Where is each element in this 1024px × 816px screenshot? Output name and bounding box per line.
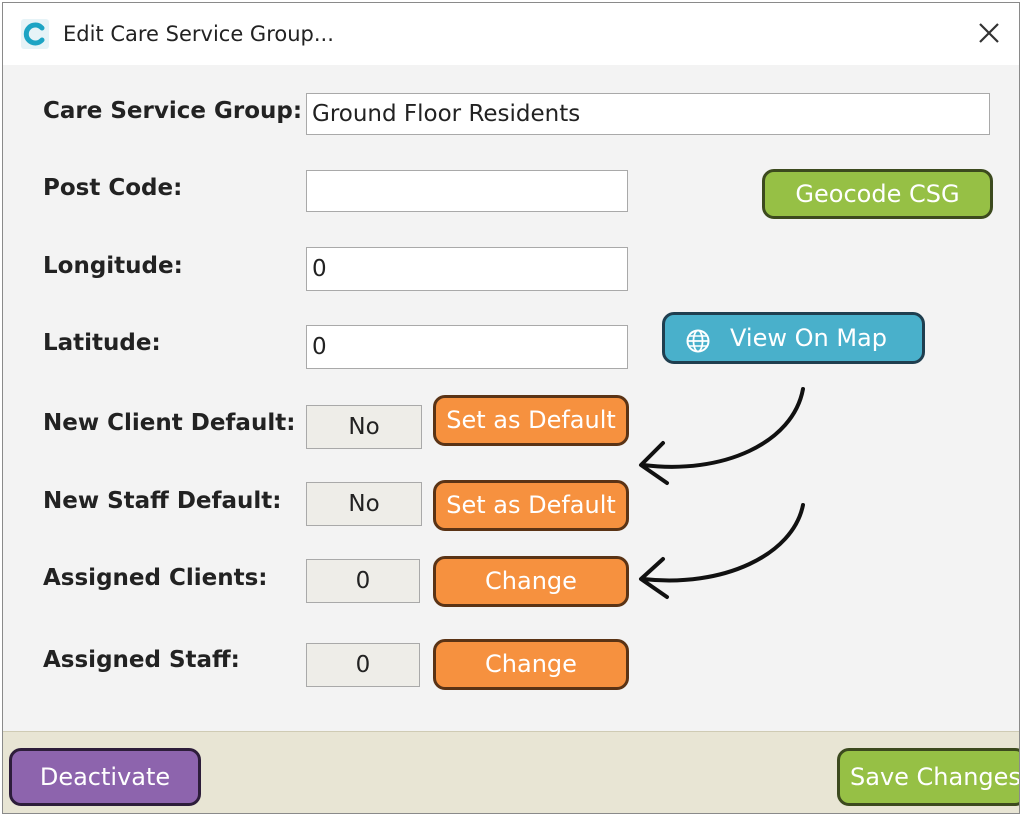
post-code-label: Post Code: (43, 175, 183, 201)
new-client-set-default-button[interactable]: Set as Default (433, 395, 629, 446)
care-service-group-label: Care Service Group: (43, 98, 303, 124)
close-icon[interactable] (973, 17, 1005, 49)
latitude-input[interactable] (306, 325, 628, 369)
longitude-label: Longitude: (43, 253, 183, 279)
assigned-staff-change-button[interactable]: Change (433, 639, 629, 690)
globe-icon (686, 329, 710, 353)
edit-care-service-group-dialog: Edit Care Service Group... Care Service … (2, 2, 1020, 814)
new-staff-set-default-button[interactable]: Set as Default (433, 480, 629, 531)
new-client-default-label: New Client Default: (43, 410, 296, 436)
deactivate-button[interactable]: Deactivate (9, 748, 201, 806)
longitude-input[interactable] (306, 247, 628, 291)
save-changes-button[interactable]: Save Changes (837, 748, 1019, 806)
new-client-default-value: No (306, 405, 422, 449)
assigned-staff-label: Assigned Staff: (43, 647, 240, 673)
assigned-staff-value: 0 (306, 643, 420, 687)
view-on-map-button[interactable]: View On Map (662, 312, 925, 364)
view-on-map-label: View On Map (730, 324, 887, 352)
window-title: Edit Care Service Group... (63, 22, 334, 46)
post-code-input[interactable] (306, 170, 628, 212)
care-service-group-input[interactable] (306, 93, 990, 135)
new-staff-default-label: New Staff Default: (43, 488, 282, 514)
latitude-label: Latitude: (43, 330, 161, 356)
assigned-clients-change-button[interactable]: Change (433, 556, 629, 607)
title-bar: Edit Care Service Group... (3, 3, 1019, 65)
dialog-footer: Deactivate Save Changes (3, 731, 1019, 813)
assigned-clients-value: 0 (306, 559, 420, 603)
assigned-clients-label: Assigned Clients: (43, 565, 268, 591)
new-staff-default-value: No (306, 482, 422, 526)
app-logo-icon (21, 19, 49, 49)
geocode-csg-button[interactable]: Geocode CSG (762, 169, 993, 219)
